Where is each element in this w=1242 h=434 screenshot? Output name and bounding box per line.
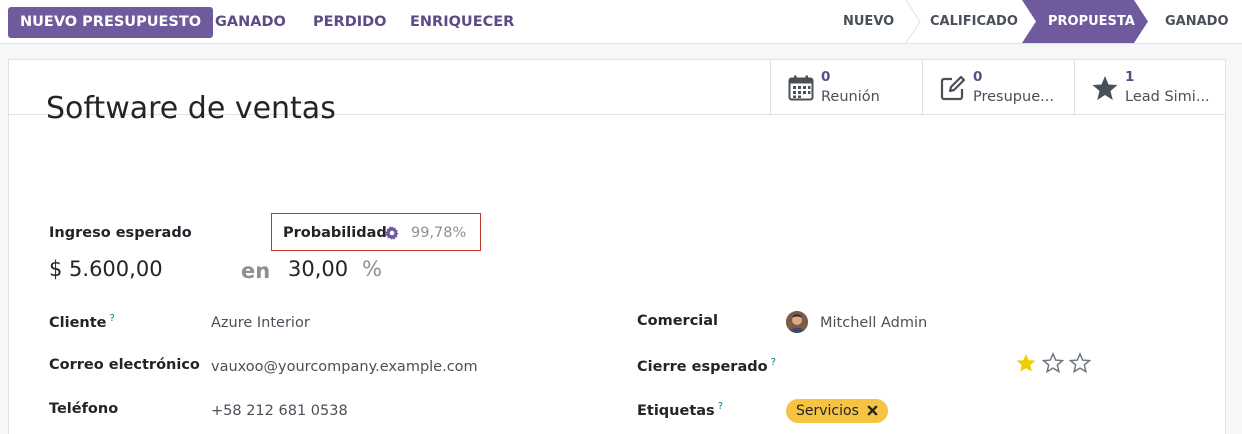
meetings-count: 0: [821, 69, 831, 85]
probability-input[interactable]: 30,00: [288, 257, 348, 281]
tag-badge: Servicios: [786, 399, 889, 423]
salesperson-label: Comercial: [637, 313, 719, 329]
automated-probability: 99,78%: [411, 225, 467, 241]
customer-field[interactable]: Azure Interior: [211, 315, 310, 331]
meetings-label: Reunión: [821, 89, 880, 105]
expected-revenue-input[interactable]: $ 5.600,00: [49, 257, 163, 281]
stage-new[interactable]: NUEVO: [843, 0, 894, 43]
email-field[interactable]: vauxoo@yourcompany.example.com: [211, 359, 478, 375]
star-empty-icon[interactable]: [1042, 352, 1064, 374]
opportunity-title[interactable]: Software de ventas: [46, 91, 336, 126]
user-photo: [786, 311, 808, 333]
star-icon: [1092, 76, 1118, 100]
mark-won-button[interactable]: GANADO: [215, 7, 286, 38]
stage-qualified[interactable]: CALIFICADO: [930, 0, 1018, 43]
email-label: Correo electrónico: [49, 357, 200, 373]
enrich-button[interactable]: ENRIQUECER: [410, 7, 514, 38]
customer-label: Cliente?: [49, 313, 115, 331]
tag-label: Servicios: [796, 403, 859, 419]
salesperson-field[interactable]: Mitchell Admin: [820, 315, 927, 331]
similar-leads-smart-button[interactable]: 1 Lead Simi...: [1074, 60, 1226, 115]
gear-icon[interactable]: [385, 226, 399, 240]
quotations-label: Presupue...: [973, 89, 1054, 105]
star-filled-icon[interactable]: [1015, 352, 1037, 374]
calendar-icon: [788, 75, 814, 101]
star-empty-icon[interactable]: [1069, 352, 1091, 374]
expected-closing-help-icon[interactable]: ?: [771, 357, 776, 368]
control-panel: NUEVO PRESUPUESTO GANADO PERDIDO ENRIQUE…: [0, 0, 1242, 44]
percent-sign: %: [362, 257, 382, 281]
expected-closing-label: Cierre esperado?: [637, 357, 776, 375]
edit-icon: [940, 75, 966, 101]
stage-proposition[interactable]: PROPUESTA: [1048, 0, 1135, 43]
quotations-count: 0: [973, 69, 983, 85]
close-icon[interactable]: [867, 405, 878, 416]
quotations-smart-button[interactable]: 0 Presupue...: [922, 60, 1074, 115]
at-word: en: [241, 259, 271, 283]
new-quotation-button[interactable]: NUEVO PRESUPUESTO: [8, 7, 214, 38]
tags-help-icon[interactable]: ?: [718, 401, 723, 412]
expected-revenue-label: Ingreso esperado: [49, 225, 192, 241]
phone-label: Teléfono: [49, 401, 119, 417]
similar-leads-count: 1: [1125, 69, 1135, 85]
priority-widget: [1015, 352, 1095, 374]
similar-leads-label: Lead Simi...: [1125, 89, 1210, 105]
tags-label: Etiquetas?: [637, 401, 724, 419]
probability-label: Probabilidad: [283, 225, 387, 241]
mark-lost-button[interactable]: PERDIDO: [313, 7, 387, 38]
avatar: [786, 311, 808, 333]
meetings-smart-button[interactable]: 0 Reunión: [770, 60, 922, 115]
phone-field[interactable]: +58 212 681 0538: [211, 403, 348, 419]
customer-help-icon[interactable]: ?: [110, 313, 115, 324]
stage-won[interactable]: GANADO: [1165, 0, 1229, 43]
